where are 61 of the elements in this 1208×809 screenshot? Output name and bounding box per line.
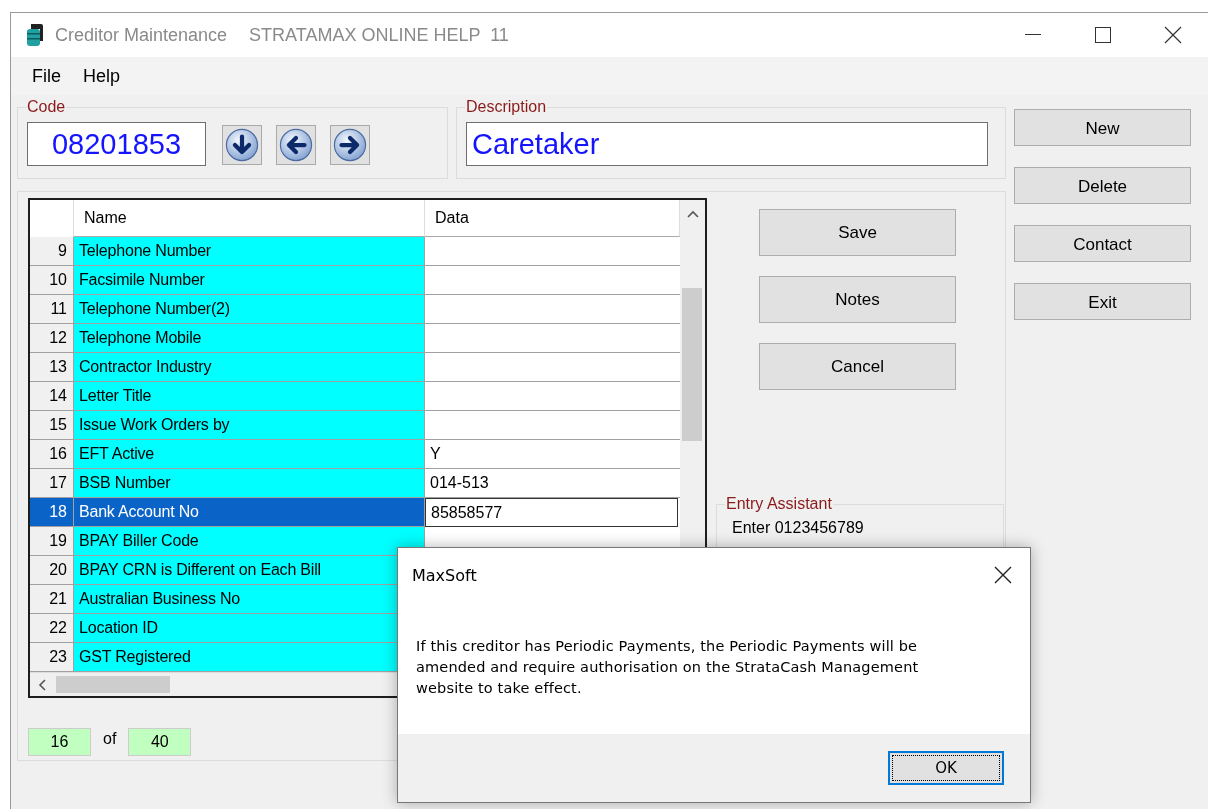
current-record: 16 <box>28 728 91 756</box>
data-input[interactable]: 85858577 <box>425 498 678 527</box>
ok-button[interactable]: OK <box>888 751 1004 785</box>
right-button[interactable] <box>330 125 370 165</box>
down-button[interactable] <box>222 125 262 165</box>
close-icon <box>994 566 1012 584</box>
app-icon <box>25 23 45 47</box>
row-number: 18 <box>30 498 74 527</box>
code-field[interactable]: 08201853 <box>27 122 206 166</box>
description-field[interactable]: Caretaker <box>466 122 988 166</box>
side-button[interactable]: Delete <box>1014 167 1191 204</box>
row-number: 23 <box>30 643 74 672</box>
row-number: 15 <box>30 411 74 440</box>
column-header[interactable]: Data <box>425 200 680 237</box>
menu-item[interactable]: File <box>23 63 70 89</box>
row-number: 12 <box>30 324 74 353</box>
row-number: 17 <box>30 469 74 498</box>
side-button[interactable]: New <box>1014 109 1191 146</box>
scroll-left-icon[interactable] <box>38 678 46 691</box>
row-number: 16 <box>30 440 74 469</box>
entry-assistant-label: Entry Assistant <box>725 495 833 513</box>
dialog-message: If this creditor has Periodic Payments, the Periodic Payments will be amended and require authorisation on the StrataCash Management website to take effect. <box>416 637 920 698</box>
row-number: 20 <box>30 556 74 585</box>
total-records: 40 <box>128 728 192 756</box>
side-button[interactable]: Contact <box>1014 225 1191 262</box>
window-subtitle: STRATAMAX ONLINE HELP 11 <box>249 24 509 46</box>
row-number: 11 <box>30 295 74 324</box>
close-icon <box>1164 26 1182 44</box>
window-title: Creditor Maintenance <box>55 24 228 46</box>
grid-corner <box>30 200 74 237</box>
maximize-icon <box>1095 27 1111 43</box>
dialog-title: MaxSoft <box>412 565 477 585</box>
scrollbar-thumb[interactable] <box>56 676 170 693</box>
row-number: 13 <box>30 353 74 382</box>
action-button[interactable]: Notes <box>759 276 956 323</box>
arrow-left-icon <box>279 128 313 162</box>
of-label: of <box>103 730 117 748</box>
entry-assistant-text: Enter 0123456789 <box>732 519 864 536</box>
scroll-up-icon[interactable] <box>686 210 699 218</box>
arrow-right-icon <box>333 128 367 162</box>
field-name[interactable]: Letter Title <box>79 387 152 405</box>
row-number: 9 <box>30 237 74 266</box>
field-name[interactable]: Location ID <box>79 619 158 637</box>
menu-item[interactable]: Help <box>74 63 130 89</box>
side-button[interactable]: Exit <box>1014 283 1191 320</box>
minimize-icon <box>1025 34 1041 36</box>
row-number: 10 <box>30 266 74 295</box>
left-button[interactable] <box>276 125 316 165</box>
row-number: 22 <box>30 614 74 643</box>
action-button[interactable]: Save <box>759 209 956 256</box>
row-number: 19 <box>30 527 74 556</box>
scrollbar-thumb[interactable] <box>682 288 702 441</box>
action-button[interactable]: Cancel <box>759 343 956 390</box>
field-name[interactable]: GST Registered <box>79 648 191 666</box>
row-number: 21 <box>30 585 74 614</box>
field-name[interactable]: EFT Active <box>79 445 155 463</box>
description-label: Description <box>465 98 548 116</box>
column-header[interactable]: Name <box>74 200 425 237</box>
arrow-down-icon <box>225 128 259 162</box>
row-number: 14 <box>30 382 74 411</box>
field-name[interactable]: BSB Number <box>79 474 171 492</box>
